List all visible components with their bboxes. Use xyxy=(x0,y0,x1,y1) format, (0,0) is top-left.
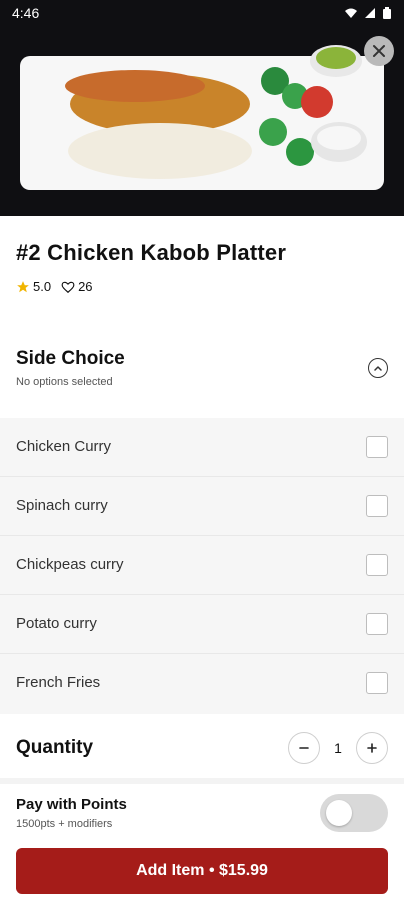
side-option[interactable]: French Fries xyxy=(0,654,404,713)
status-time: 4:46 xyxy=(12,5,40,21)
quantity-stepper: 1 xyxy=(288,732,388,764)
option-label: Spinach curry xyxy=(16,497,108,514)
section-title: Side Choice xyxy=(16,348,125,369)
points-subtitle: 1500pts + modifiers xyxy=(16,818,113,830)
star-icon xyxy=(17,280,29,292)
item-title: #2 Chicken Kabob Platter xyxy=(16,240,287,265)
side-option[interactable]: Spinach curry xyxy=(0,477,404,536)
rating: 5.0 xyxy=(16,279,51,294)
side-options-list: Chicken Curry Spinach curry Chickpeas cu… xyxy=(0,418,404,714)
toggle-knob xyxy=(326,800,352,826)
battery-icon xyxy=(383,7,391,19)
points-title: Pay with Points xyxy=(16,796,127,813)
option-label: French Fries xyxy=(16,674,101,691)
side-option[interactable]: Chickpeas curry xyxy=(0,536,404,595)
option-checkbox[interactable] xyxy=(366,613,388,635)
option-checkbox[interactable] xyxy=(366,554,388,576)
collapse-button[interactable] xyxy=(368,358,388,378)
heart-icon xyxy=(61,281,75,293)
signal-icon xyxy=(365,8,375,18)
option-checkbox[interactable] xyxy=(366,672,388,694)
item-meta: 5.0 26 xyxy=(16,279,93,294)
increment-button[interactable] xyxy=(356,732,388,764)
points-toggle[interactable] xyxy=(320,794,388,832)
quantity-section: Quantity 1 xyxy=(0,716,404,778)
option-label: Chickpeas curry xyxy=(16,556,124,573)
likes-count: 26 xyxy=(78,279,93,294)
pay-with-points: Pay with Points 1500pts + modifiers xyxy=(0,786,404,838)
wifi-icon xyxy=(345,8,357,18)
decrement-button[interactable] xyxy=(288,732,320,764)
add-item-button[interactable]: Add Item • $15.99 xyxy=(16,848,388,894)
option-checkbox[interactable] xyxy=(366,495,388,517)
option-label: Chicken Curry xyxy=(16,438,112,455)
section-subtitle: No options selected xyxy=(16,376,113,388)
close-icon xyxy=(373,45,385,57)
close-button[interactable] xyxy=(364,36,394,66)
quantity-title: Quantity xyxy=(16,737,94,758)
rating-value: 5.0 xyxy=(33,279,52,294)
status-bar: 4:46 xyxy=(0,0,404,26)
plus-icon xyxy=(367,743,377,753)
quantity-value: 1 xyxy=(334,740,342,756)
likes[interactable]: 26 xyxy=(61,279,93,294)
side-option[interactable]: Potato curry xyxy=(0,595,404,654)
section-divider xyxy=(0,778,404,784)
item-photo xyxy=(0,0,404,216)
option-checkbox[interactable] xyxy=(366,436,388,458)
chevron-up-icon xyxy=(374,366,382,371)
side-option[interactable]: Chicken Curry xyxy=(0,418,404,477)
status-icons xyxy=(344,7,392,19)
side-choice-header[interactable]: Side Choice No options selected xyxy=(0,336,404,416)
option-label: Potato curry xyxy=(16,615,97,632)
minus-icon xyxy=(299,747,309,749)
